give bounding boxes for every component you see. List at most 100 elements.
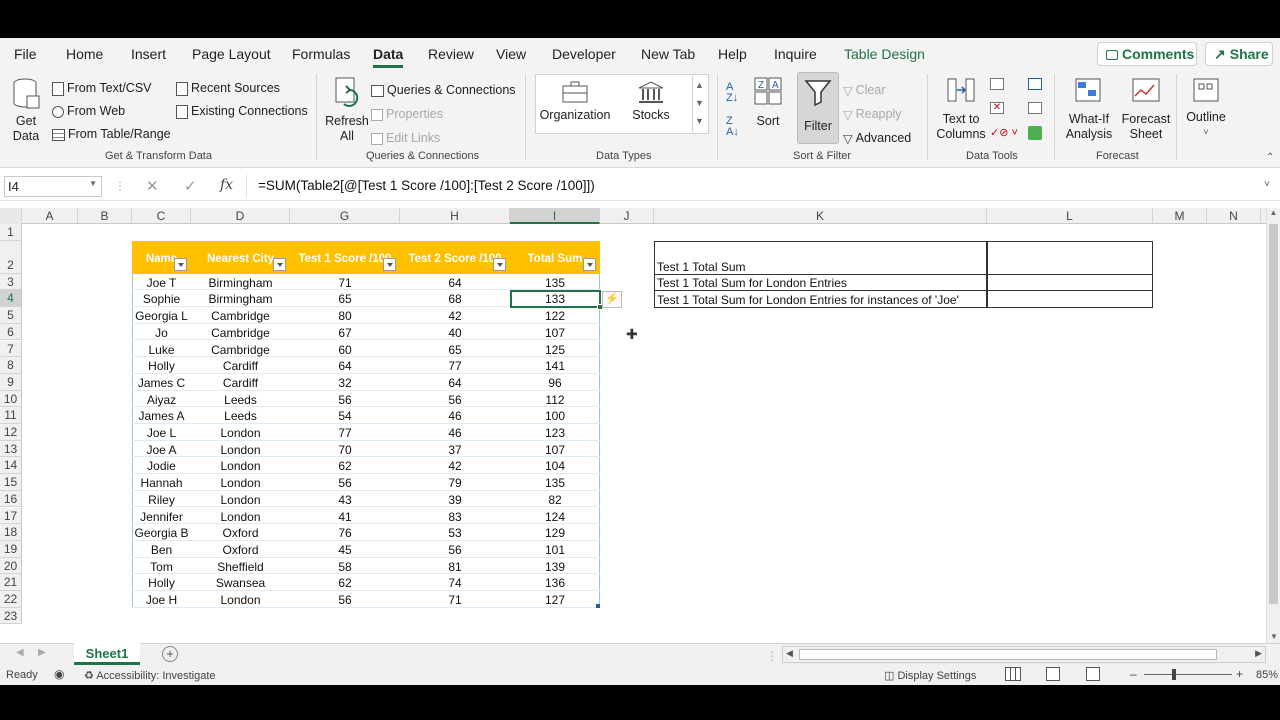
table-cell[interactable]: 41 (290, 510, 400, 524)
table-cell[interactable]: 65 (400, 343, 510, 357)
from-text-csv-button[interactable]: From Text/CSV (52, 81, 152, 96)
page-layout-view-icon[interactable] (1046, 667, 1060, 681)
table-cell[interactable]: 82 (510, 493, 600, 507)
table-cell[interactable]: 83 (400, 510, 510, 524)
sort-a-z-icon[interactable]: A Z↓ (726, 82, 738, 104)
horizontal-scrollbar[interactable]: ◀ ▶ (782, 646, 1266, 663)
from-table-range-button[interactable]: From Table/Range (52, 127, 171, 141)
table-cell[interactable]: 136 (510, 576, 600, 590)
column-header[interactable]: D (191, 208, 290, 224)
tab-file[interactable]: File (14, 46, 37, 62)
scroll-sheets-left-icon[interactable]: ◀ (16, 647, 24, 658)
table-cell[interactable]: Luke (132, 343, 191, 357)
row-header[interactable]: 17 (0, 507, 22, 525)
summary-label-cell[interactable]: Test 1 Total Sum (654, 240, 987, 275)
text-to-columns-button[interactable]: Text to Columns (934, 76, 988, 142)
row-header[interactable]: 21 (0, 574, 22, 591)
table-cell[interactable]: 79 (400, 476, 510, 490)
table-resize-handle[interactable] (596, 603, 600, 608)
table-cell[interactable]: London (191, 493, 290, 507)
summary-value-cell[interactable] (987, 273, 1153, 292)
table-cell[interactable]: 71 (290, 276, 400, 290)
scroll-down-icon[interactable]: ▼ (1267, 632, 1280, 641)
table-cell[interactable]: 104 (510, 459, 600, 473)
row-header[interactable]: 14 (0, 457, 22, 475)
tab-new-tab[interactable]: New Tab (641, 46, 695, 62)
table-cell[interactable]: Joe A (132, 443, 191, 457)
row-header[interactable]: 8 (0, 357, 22, 374)
row-header[interactable]: 6 (0, 323, 22, 341)
table-cell[interactable]: Cardiff (191, 376, 290, 390)
table-cell[interactable]: 107 (510, 326, 600, 340)
refresh-all-button[interactable]: Refresh All (324, 76, 370, 144)
table-cell[interactable]: 62 (290, 576, 400, 590)
add-sheet-icon[interactable]: + (162, 646, 178, 662)
tab-developer[interactable]: Developer (552, 46, 616, 62)
summary-label-cell[interactable]: Test 1 Total Sum for London Entries (654, 273, 987, 292)
table-cell[interactable]: 43 (290, 493, 400, 507)
tab-page-layout[interactable]: Page Layout (192, 46, 271, 62)
table-cell[interactable]: 56 (290, 393, 400, 407)
row-header[interactable]: 22 (0, 591, 22, 608)
table-cell[interactable]: 100 (510, 409, 600, 423)
tab-table-design[interactable]: Table Design (844, 46, 925, 62)
summary-value-cell[interactable] (987, 290, 1153, 309)
table-cell[interactable]: 42 (400, 459, 510, 473)
page-break-view-icon[interactable] (1086, 667, 1100, 681)
table-cell[interactable]: London (191, 459, 290, 473)
enter-icon[interactable]: ✓ (184, 177, 197, 195)
clear-filter-button[interactable]: ▽ Clear (843, 83, 886, 98)
table-cell[interactable]: 96 (510, 376, 600, 390)
advanced-filter-button[interactable]: ▽ Advanced (843, 131, 911, 146)
table-cell[interactable]: Birmingham (191, 276, 290, 290)
row-header[interactable]: 13 (0, 440, 22, 458)
table-cell[interactable]: 68 (400, 292, 510, 306)
table-cell[interactable]: 67 (290, 326, 400, 340)
table-cell[interactable]: 39 (400, 493, 510, 507)
table-cell[interactable]: Riley (132, 493, 191, 507)
insert-function-icon[interactable]: fx (220, 177, 233, 193)
table-cell[interactable]: Oxford (191, 543, 290, 557)
table-cell[interactable]: Sophie (132, 292, 191, 306)
column-header[interactable]: G (290, 208, 400, 224)
filter-dropdown-icon[interactable] (174, 257, 187, 271)
table-cell[interactable]: 64 (290, 359, 400, 373)
table-cell[interactable]: Birmingham (191, 292, 290, 306)
row-header[interactable]: 2 (0, 240, 22, 274)
tab-help[interactable]: Help (718, 46, 747, 62)
table-cell[interactable]: Hannah (132, 476, 191, 490)
share-button[interactable]: ↗ Share (1205, 42, 1273, 66)
table-cell[interactable]: Swansea (191, 576, 290, 590)
filter-button[interactable]: Filter (797, 72, 839, 144)
table-cell[interactable]: 135 (510, 476, 600, 490)
cancel-icon[interactable]: ✕ (146, 177, 159, 195)
table-cell[interactable]: Holly (132, 359, 191, 373)
row-header[interactable]: 12 (0, 424, 22, 441)
existing-connections-button[interactable]: Existing Connections (176, 104, 308, 119)
data-validation-icon[interactable]: ✓⊘ ˅ (990, 126, 1018, 139)
row-header[interactable]: 15 (0, 474, 22, 491)
table-cell[interactable]: Oxford (191, 526, 290, 540)
table-cell[interactable]: 56 (400, 543, 510, 557)
table-cell[interactable]: Sheffield (191, 560, 290, 574)
tab-home[interactable]: Home (66, 46, 103, 62)
table-cell[interactable]: Georgia L (132, 309, 191, 323)
table-cell[interactable]: Jennifer (132, 510, 191, 524)
scroll-up-icon[interactable]: ▲ (1267, 208, 1280, 217)
zoom-level[interactable]: 85% (1256, 669, 1278, 681)
table-cell[interactable]: Joe H (132, 593, 191, 607)
table-cell[interactable]: Aiyaz (132, 393, 191, 407)
table-cell[interactable]: 42 (400, 309, 510, 323)
table-cell[interactable]: 125 (510, 343, 600, 357)
table-cell[interactable]: 60 (290, 343, 400, 357)
get-data-button[interactable]: Get Data (6, 76, 46, 144)
row-header[interactable]: 4 (0, 290, 22, 308)
table-cell[interactable]: 70 (290, 443, 400, 457)
row-header[interactable]: 9 (0, 373, 22, 391)
table-cell[interactable]: London (191, 426, 290, 440)
outline-button[interactable]: Outline ˅ (1184, 76, 1228, 140)
table-cell[interactable]: Joe L (132, 426, 191, 440)
row-header[interactable]: 20 (0, 557, 22, 575)
table-cell[interactable]: 77 (400, 359, 510, 373)
table-cell[interactable]: 124 (510, 510, 600, 524)
